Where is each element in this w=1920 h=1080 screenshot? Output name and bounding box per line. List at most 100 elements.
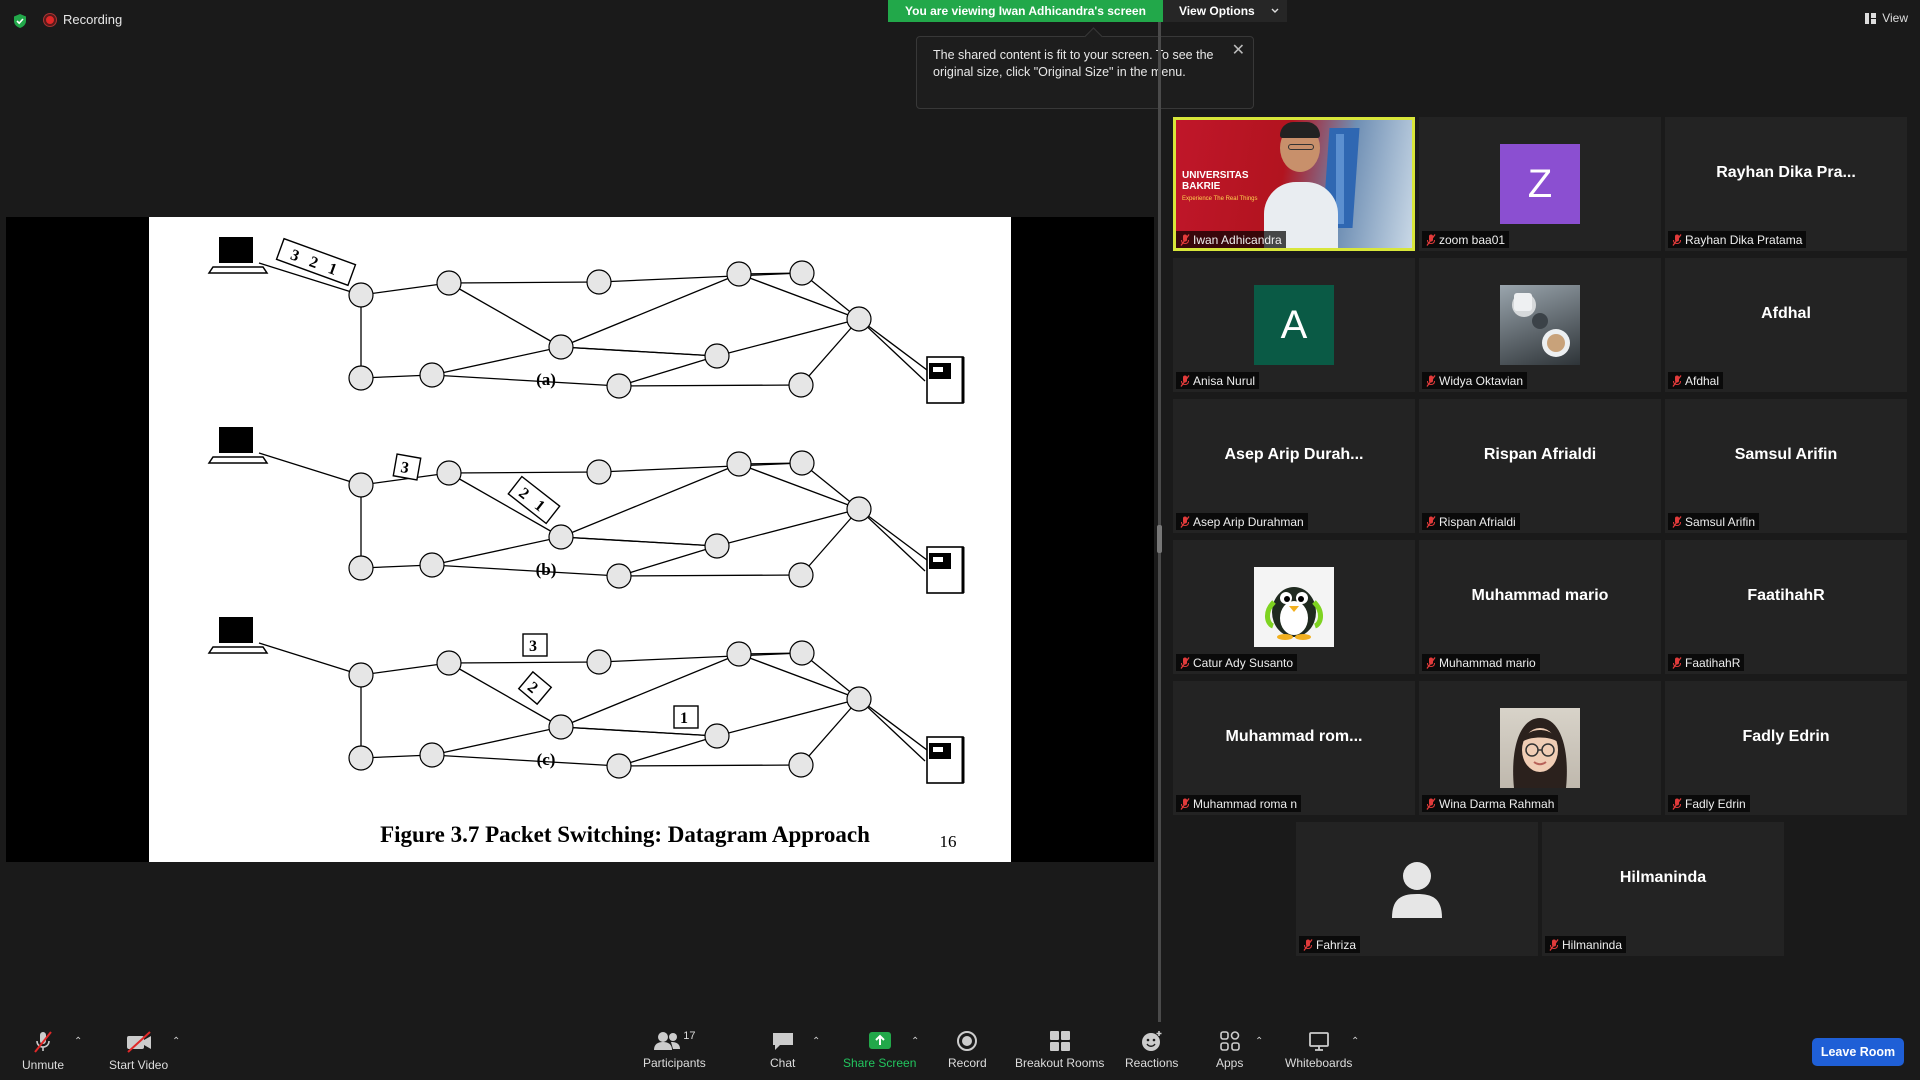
chat-options-caret-icon[interactable]: ⌃ xyxy=(812,1036,820,1047)
participant-tile[interactable]: A Anisa Nurul xyxy=(1173,258,1415,392)
view-label: View xyxy=(1882,11,1908,25)
network-node xyxy=(419,742,445,768)
participant-name-tag: Iwan Adhicandra xyxy=(1176,231,1286,248)
network-link xyxy=(858,508,926,572)
participant-name-tag: Fahriza xyxy=(1299,936,1361,953)
share-screen-button[interactable]: Share Screen xyxy=(843,1030,916,1070)
network-node xyxy=(419,552,445,578)
shield-icon[interactable] xyxy=(12,13,28,29)
audio-options-caret-icon[interactable]: ⌃ xyxy=(74,1036,82,1047)
share-options-caret-icon[interactable]: ⌃ xyxy=(911,1036,919,1047)
chat-label: Chat xyxy=(770,1056,796,1070)
network-node xyxy=(788,372,814,398)
network-link xyxy=(618,574,802,577)
microphone-muted-icon xyxy=(1180,374,1190,387)
zoom-meeting-window: Recording You are viewing Iwan Adhicandr… xyxy=(0,0,1920,1080)
svg-text:1: 1 xyxy=(680,710,692,727)
participant-name: Samsul Arifin xyxy=(1685,514,1756,529)
view-options-button[interactable]: View Options xyxy=(1162,0,1287,22)
reactions-button[interactable]: Reactions xyxy=(1125,1030,1178,1070)
video-options-caret-icon[interactable]: ⌃ xyxy=(172,1036,180,1047)
record-button[interactable]: Record xyxy=(948,1030,987,1070)
network-node xyxy=(726,451,752,477)
network-node xyxy=(606,373,632,399)
participant-tile[interactable]: Zzoom baa01 xyxy=(1419,117,1661,251)
participant-tile[interactable]: Rispan Afrialdi Rispan Afrialdi xyxy=(1419,399,1661,533)
unmute-button[interactable]: Unmute xyxy=(22,1030,64,1072)
participant-tile[interactable]: Afdhal Afdhal xyxy=(1665,258,1907,392)
participant-tile[interactable]: Asep Arip Durah... Asep Arip Durahman xyxy=(1173,399,1415,533)
participant-tile[interactable]: Fadly Edrin Fadly Edrin xyxy=(1665,681,1907,815)
participant-tile[interactable]: Muhammad rom... Muhammad roma n xyxy=(1173,681,1415,815)
apps-icon xyxy=(1219,1031,1240,1051)
network-link xyxy=(598,272,803,283)
participant-name: Fahriza xyxy=(1316,937,1357,952)
network-node xyxy=(788,752,814,778)
leave-room-button[interactable]: Leave Room xyxy=(1812,1038,1904,1066)
participant-name-tag: Widya Oktavian xyxy=(1422,372,1528,389)
participant-name: Wina Darma Rahmah xyxy=(1439,796,1555,811)
participant-name-tag: FaatihahR xyxy=(1668,654,1745,671)
participant-tile[interactable]: FaatihahR FaatihahR xyxy=(1665,540,1907,674)
network-link xyxy=(716,698,860,737)
avatar xyxy=(1500,285,1580,365)
chat-button[interactable]: Chat xyxy=(770,1030,795,1070)
network-link xyxy=(618,355,718,387)
shared-screen-view[interactable]: (a) (b) (c) 3 2 1 3 2 1 3 2 1 Figure 3.7 Packet S… xyxy=(6,217,1154,862)
participant-name-tag: Fadly Edrin xyxy=(1668,795,1750,812)
participant-tile[interactable]: Catur Ady Susanto xyxy=(1173,540,1415,674)
server-icon xyxy=(933,747,943,752)
participant-name: Widya Oktavian xyxy=(1439,373,1524,388)
participant-tile[interactable]: Rayhan Dika Pra... Rayhan Dika Pratama xyxy=(1665,117,1907,251)
packet-group: 2 1 xyxy=(507,475,561,525)
participant-name: Fadly Edrin xyxy=(1685,796,1746,811)
recording-indicator[interactable]: Recording xyxy=(44,12,122,27)
fit-screen-tooltip: The shared content is fit to your screen… xyxy=(916,36,1254,109)
network-node xyxy=(789,450,815,476)
reactions-smiley-icon xyxy=(1141,1031,1162,1051)
network-link xyxy=(598,652,803,663)
participant-tile[interactable]: Wina Darma Rahmah xyxy=(1419,681,1661,815)
participant-display-name: Muhammad mario xyxy=(1471,587,1609,604)
network-node xyxy=(726,261,752,287)
network-node xyxy=(348,282,374,308)
packet-switching-diagram: (a) (b) (c) 3 2 1 3 2 1 3 2 1 Figure 3.7 Packet S… xyxy=(207,237,965,851)
profile-photo xyxy=(1513,718,1567,788)
panel-divider[interactable] xyxy=(1158,22,1161,1024)
network-node xyxy=(586,269,612,295)
apps-options-caret-icon[interactable]: ⌃ xyxy=(1255,1036,1263,1047)
network-link xyxy=(618,735,718,767)
chat-bubble-icon xyxy=(772,1033,793,1050)
record-dot-icon xyxy=(44,13,56,26)
network-node xyxy=(789,260,815,286)
participant-tile[interactable]: UNIVERSITAS BAKRIE Experience The Real Th… xyxy=(1173,117,1415,251)
laptop-icon xyxy=(207,456,269,464)
breakout-rooms-button[interactable]: Breakout Rooms xyxy=(1015,1030,1104,1070)
participant-name: Anisa Nurul xyxy=(1193,373,1256,388)
participant-tile[interactable]: Muhammad mario Muhammad mario xyxy=(1419,540,1661,674)
close-icon[interactable]: ✕ xyxy=(1232,42,1245,59)
participant-name: Afdhal xyxy=(1685,373,1720,388)
participant-tile[interactable]: Samsul Arifin Samsul Arifin xyxy=(1665,399,1907,533)
whiteboard-options-caret-icon[interactable]: ⌃ xyxy=(1351,1036,1359,1047)
view-button[interactable]: View xyxy=(1865,11,1908,25)
slide-page-number: 16 xyxy=(940,832,957,851)
network-link xyxy=(858,698,926,762)
unmute-label: Unmute xyxy=(22,1058,65,1072)
whiteboards-label: Whiteboards xyxy=(1285,1056,1353,1070)
participant-tile[interactable]: Fahriza xyxy=(1296,822,1538,956)
start-video-button[interactable]: Start Video xyxy=(109,1030,168,1072)
divider-handle[interactable] xyxy=(1157,525,1162,553)
participants-button[interactable]: 17 Participants xyxy=(643,1030,706,1070)
participant-name: Rayhan Dika Pratama xyxy=(1685,232,1803,247)
whiteboards-button[interactable]: Whiteboards xyxy=(1285,1030,1352,1070)
laptop-icon xyxy=(219,237,253,263)
network-link xyxy=(560,346,718,357)
microphone-muted-icon xyxy=(1672,515,1682,528)
participant-tile[interactable]: Widya Oktavian xyxy=(1419,258,1661,392)
network-node xyxy=(348,745,374,771)
microphone-muted-icon xyxy=(1426,797,1436,810)
participant-tile[interactable]: Hilmaninda Hilmaninda xyxy=(1542,822,1784,956)
participant-display-name: FaatihahR xyxy=(1747,587,1825,604)
apps-button[interactable]: Apps xyxy=(1216,1030,1243,1070)
